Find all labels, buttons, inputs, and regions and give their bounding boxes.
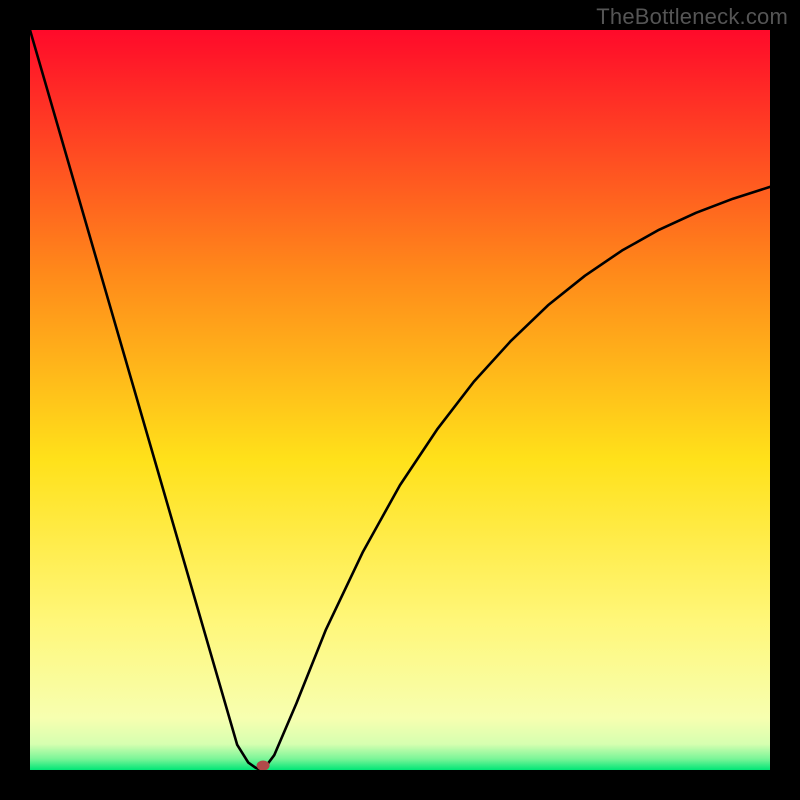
watermark-text: TheBottleneck.com <box>596 4 788 30</box>
chart-frame: TheBottleneck.com <box>0 0 800 800</box>
plot-svg <box>30 30 770 770</box>
plot-area <box>30 30 770 770</box>
